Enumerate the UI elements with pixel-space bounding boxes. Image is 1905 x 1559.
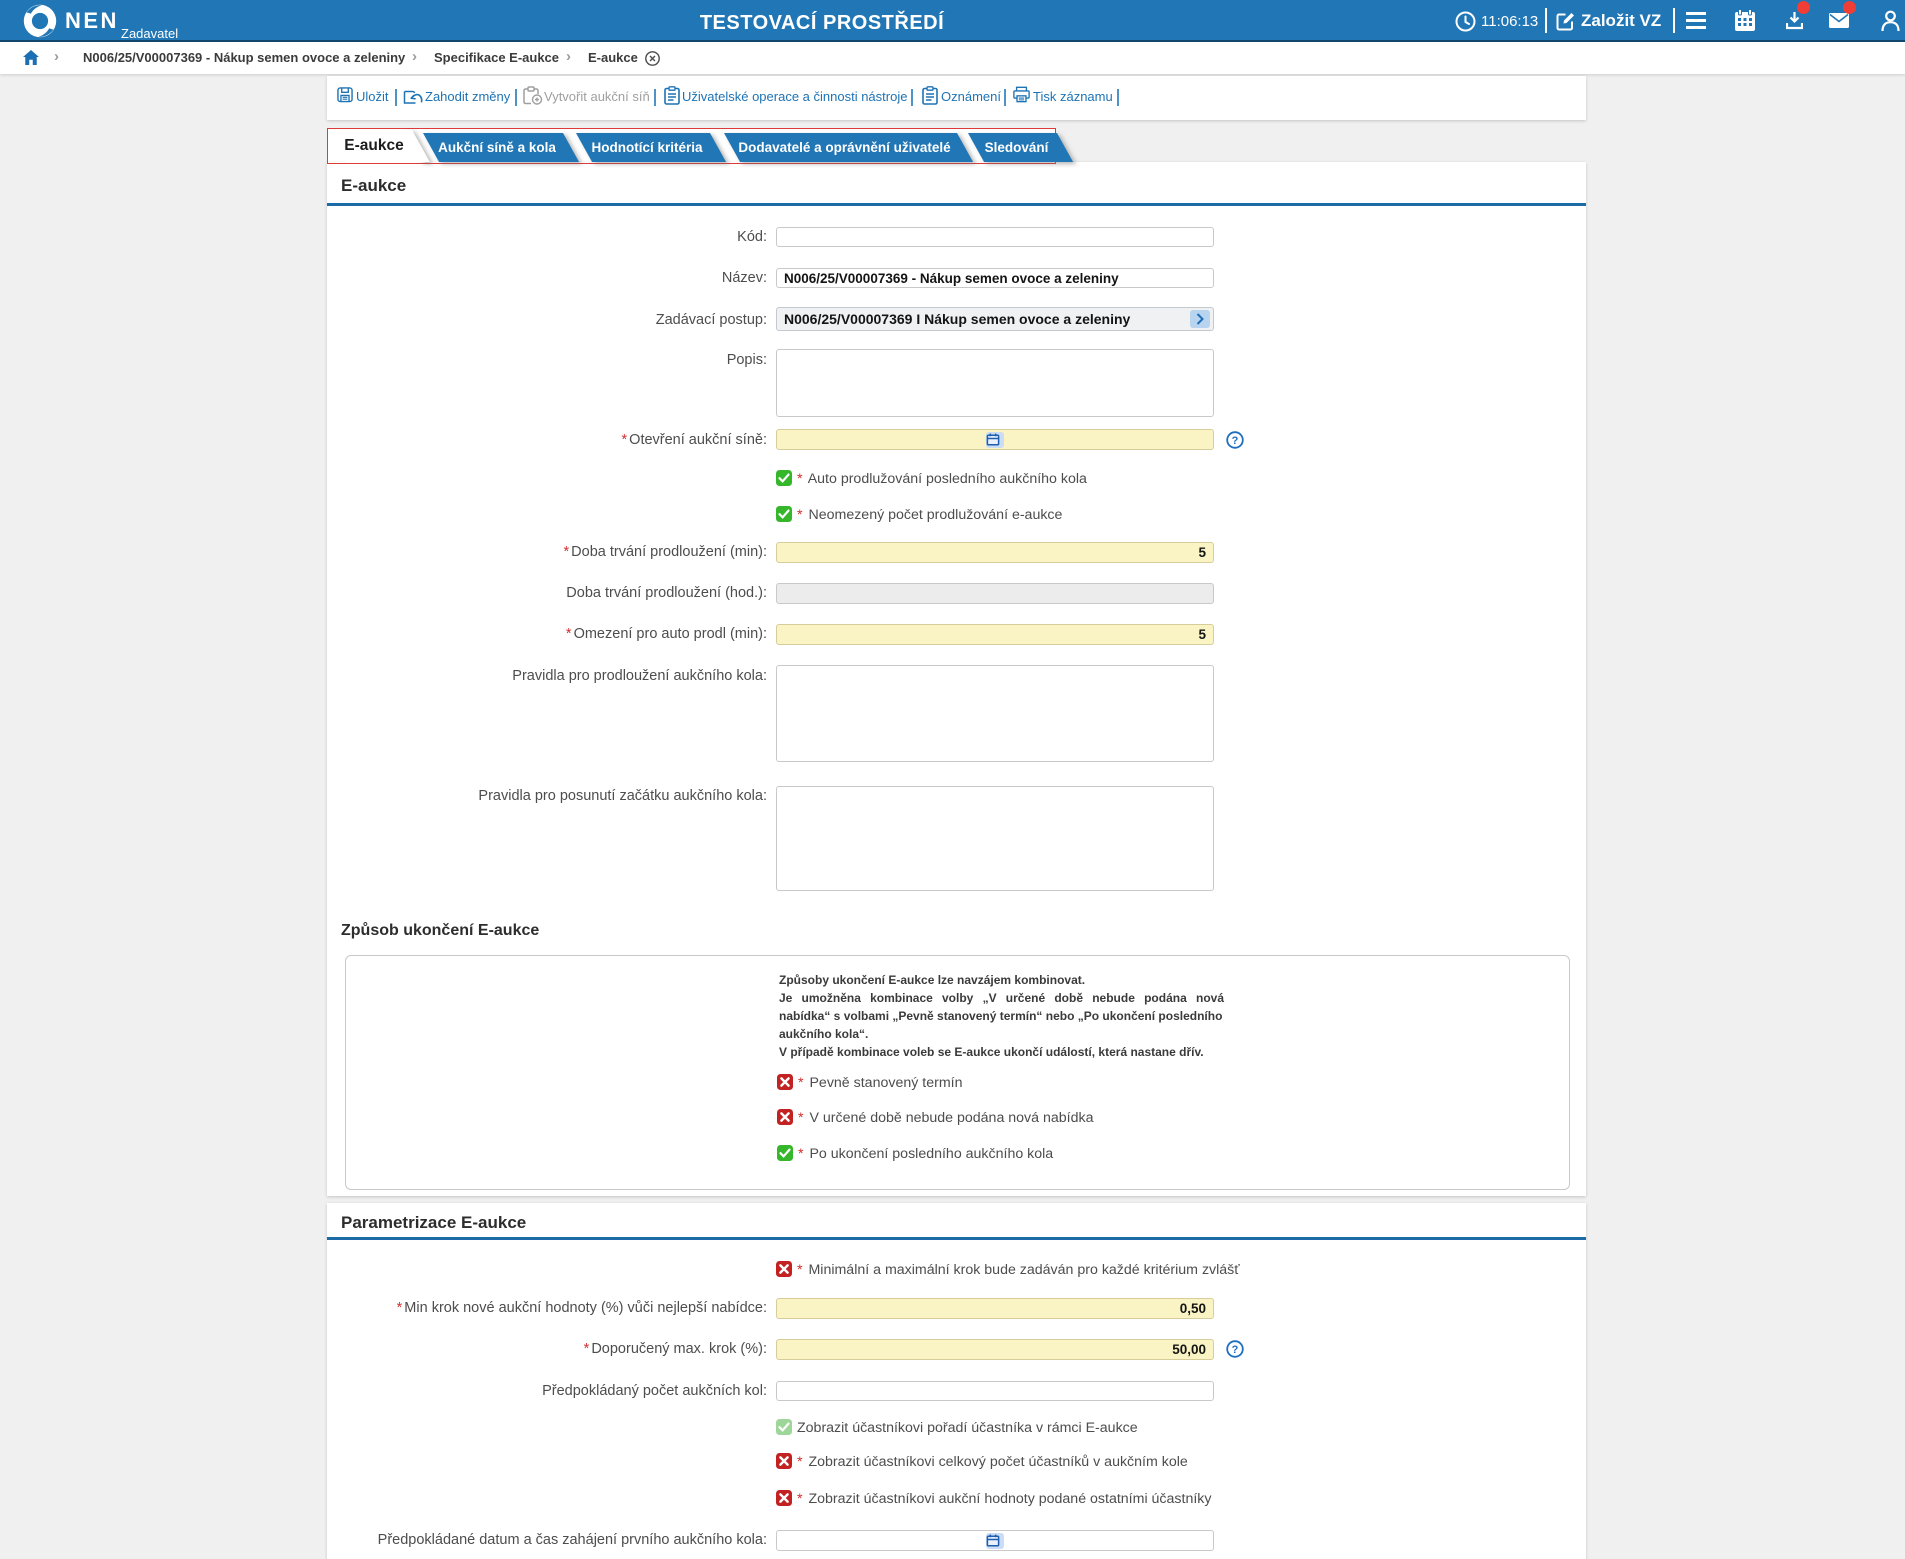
svg-text:?: ? xyxy=(1232,1344,1239,1356)
svg-text:?: ? xyxy=(1232,435,1239,447)
